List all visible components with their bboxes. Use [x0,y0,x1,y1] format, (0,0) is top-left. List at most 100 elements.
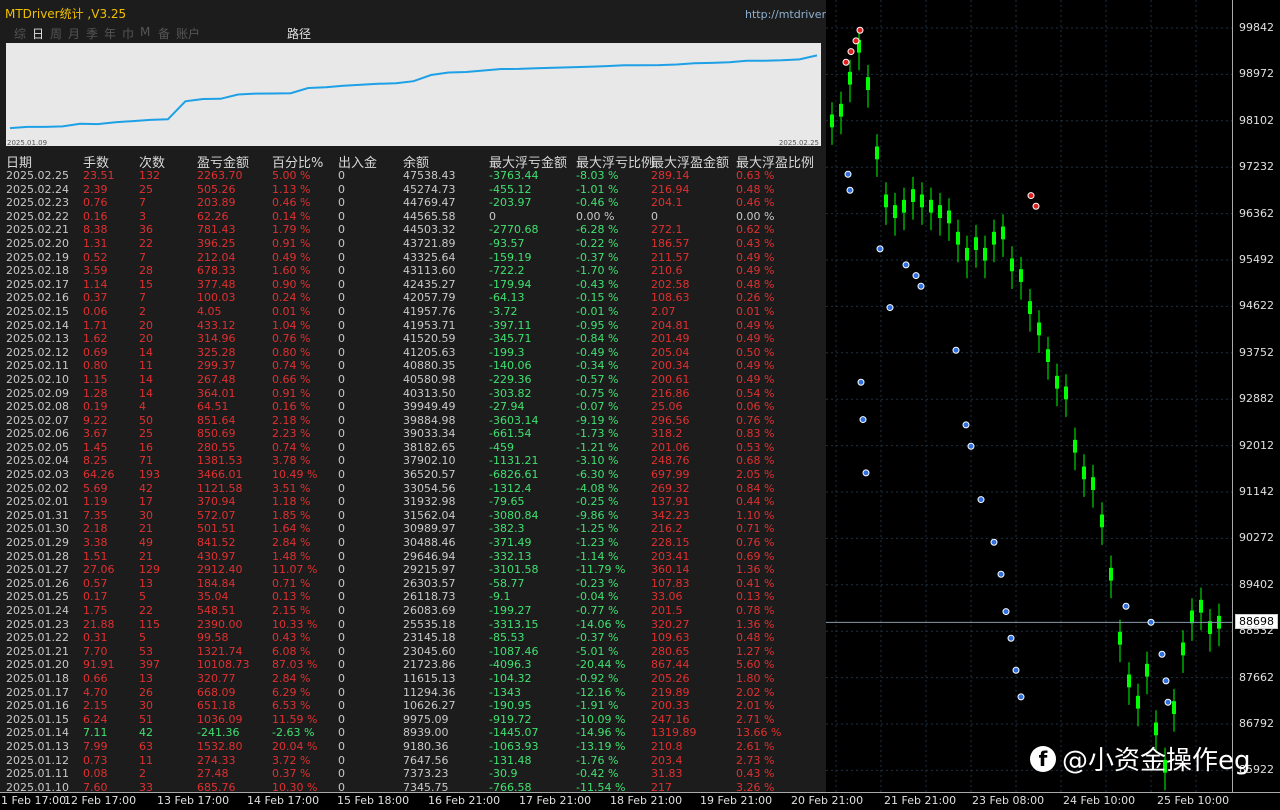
table-row[interactable]: 2025.02.01 1.19 17 370.94 1.18 % 0 31932.98 -79… [0,495,826,509]
table-row[interactable]: 2025.01.17 4.70 26 668.09 6.29 % 0 11294.36 -13… [0,686,826,700]
table-row[interactable]: 2025.02.15 0.06 2 4.05 0.01 % 0 41957.76 -3.72 -… [0,305,826,319]
table-cell: 11294.36 [403,685,456,699]
website-link[interactable]: http://mtdriver.cn [745,8,826,21]
tab-1[interactable]: 日 [32,25,50,42]
table-cell: 0 [338,427,345,441]
table-row[interactable]: 2025.02.09 1.28 14 364.01 0.91 % 0 40313.50 -30… [0,387,826,401]
table-row[interactable]: 2025.01.28 1.51 21 430.97 1.48 % 0 29646.94 -33… [0,550,826,564]
table-row[interactable]: 2025.01.15 6.24 51 1036.09 11.59 % 0 9975.09 -9… [0,713,826,727]
table-cell: 210.8 [651,739,683,753]
table-cell: 9.22 [83,413,108,427]
table-cell: 7 [139,291,146,305]
table-cell: 0 [338,454,345,468]
price-tick-label: 88532 [1239,624,1274,638]
table-cell: 685.76 [197,780,236,792]
trade-marker [962,421,970,429]
table-row[interactable]: 2025.02.11 0.80 11 299.37 0.74 % 0 40880.35 -14… [0,359,826,373]
table-row[interactable]: 2025.02.19 0.52 7 212.04 0.49 % 0 43325.64 -159… [0,251,826,265]
price-tick-label: 96362 [1239,206,1274,220]
table-cell: 11.59 % [272,712,318,726]
table-cell: 0 [338,590,345,604]
table-cell: 0 [338,671,345,685]
price-chart-svg[interactable] [826,0,1232,792]
candle-body [1208,621,1212,634]
table-cell: -6.28 % [576,223,619,237]
candle-body [902,199,906,213]
tab-8[interactable]: 备 [158,25,176,42]
table-cell: 0.74 % [272,440,311,454]
table-cell: 217 [651,780,672,792]
table-row[interactable]: 2025.01.13 7.99 63 1532.80 20.04 % 0 9180.36 -1… [0,740,826,754]
table-row[interactable]: 2025.02.25 23.51 132 2263.70 5.00 % 0 47538.43… [0,169,826,183]
table-row[interactable]: 2025.02.21 8.38 36 781.43 1.79 % 0 44503.32 -27… [0,223,826,237]
table-row[interactable]: 2025.02.16 0.37 7 100.03 0.24 % 0 42057.79 -64.… [0,291,826,305]
table-cell: 0.52 [83,250,108,264]
table-row[interactable]: 2025.02.20 1.31 22 396.25 0.91 % 0 43721.89 -93… [0,237,826,251]
table-row[interactable]: 2025.01.10 7.60 33 685.76 10.30 % 0 7345.75 -76… [0,781,826,792]
table-cell: 36 [139,223,153,237]
table-row[interactable]: 2025.02.13 1.62 20 314.96 0.76 % 0 41520.59 -34… [0,332,826,346]
table-cell: -2770.68 [489,223,539,237]
table-row[interactable]: 2025.02.03 64.26 193 3466.01 10.49 % 0 36520.5… [0,468,826,482]
price-chart[interactable] [826,0,1232,792]
tab-4[interactable]: 季 [86,25,104,42]
table-cell: 25 [139,182,153,196]
table-cell: 2025.02.03 [6,468,69,482]
table-row[interactable]: 2025.02.08 0.19 4 64.51 0.16 % 0 39949.49 -27.9… [0,400,826,414]
table-cell: -0.07 % [576,400,619,414]
table-cell: -455.12 [489,182,532,196]
tab-3[interactable]: 月 [68,25,86,42]
table-row[interactable]: 2025.01.14 7.11 42 -241.36 -2.63 % 0 8939.00 -1… [0,726,826,740]
table-row[interactable]: 2025.02.22 0.16 3 62.26 0.14 % 0 44565.58 0 0.00… [0,210,826,224]
table-row[interactable]: 2025.01.12 0.73 11 274.33 3.72 % 0 7647.56 -131… [0,754,826,768]
table-row[interactable]: 2025.01.20 91.91 397 10108.73 87.03 % 0 21723.… [0,658,826,672]
tab-7[interactable]: M [140,25,158,42]
tab-5[interactable]: 年 [104,25,122,42]
table-row[interactable]: 2025.01.21 7.70 53 1321.74 6.08 % 0 23045.60 -1… [0,645,826,659]
candle-body [830,114,834,128]
table-row[interactable]: 2025.01.27 27.06 129 2912.40 11.07 % 0 29215.9… [0,563,826,577]
tab-9[interactable]: 账户 [176,25,210,42]
table-row[interactable]: 2025.01.18 0.66 13 320.77 2.84 % 0 11615.13 -10… [0,672,826,686]
table-cell: 132 [139,169,160,182]
table-row[interactable]: 2025.01.25 0.17 5 35.04 0.13 % 0 26118.73 -9.1 -… [0,590,826,604]
table-row[interactable]: 2025.01.16 2.15 30 651.18 6.53 % 0 10626.27 -19… [0,699,826,713]
table-cell: 2.05 % [736,468,775,482]
table-row[interactable]: 2025.02.06 3.67 25 850.69 2.23 % 0 39033.34 -66… [0,427,826,441]
table-row[interactable]: 2025.01.31 7.35 30 572.07 1.85 % 0 31562.04 -30… [0,509,826,523]
table-row[interactable]: 2025.01.23 21.88 115 2390.00 10.33 % 0 25535.1… [0,618,826,632]
table-cell: 39884.98 [403,413,456,427]
table-cell: -0.34 % [576,359,619,373]
path-button[interactable]: 路径 [287,25,311,42]
table-row[interactable]: 2025.02.24 2.39 25 505.26 1.13 % 0 45274.73 -45… [0,183,826,197]
table-row[interactable]: 2025.02.10 1.15 14 267.48 0.66 % 0 40580.98 -22… [0,373,826,387]
table-cell: -3763.44 [489,169,539,182]
table-row[interactable]: 2025.01.11 0.08 2 27.48 0.37 % 0 7373.23 -30.9 -… [0,767,826,781]
table-row[interactable]: 2025.02.23 0.76 7 203.89 0.46 % 0 44769.47 -203… [0,196,826,210]
table-row[interactable]: 2025.02.07 9.22 50 851.64 2.18 % 0 39884.98 -36… [0,414,826,428]
tab-2[interactable]: 周 [50,25,68,42]
table-row[interactable]: 2025.01.29 3.38 49 841.52 2.84 % 0 30488.46 -37… [0,536,826,550]
table-cell: 33.06 [651,590,683,604]
table-cell: 28 [139,264,153,278]
table-row[interactable]: 2025.01.22 0.31 5 99.58 0.43 % 0 23145.18 -85.5… [0,631,826,645]
candle-body [974,237,978,250]
table-cell: 1.71 [83,318,108,332]
table-row[interactable]: 2025.02.05 1.45 16 280.55 0.74 % 0 38182.65 -45… [0,441,826,455]
table-cell: 7647.56 [403,753,449,767]
trade-marker [844,170,852,178]
table-row[interactable]: 2025.01.26 0.57 13 184.84 0.71 % 0 26303.57 -58… [0,577,826,591]
tab-6[interactable]: 巾 [122,25,140,42]
table-row[interactable]: 2025.02.04 8.25 71 1381.53 3.78 % 0 37902.10 -1… [0,454,826,468]
table-cell: 2912.40 [197,563,243,577]
table-cell: 0 [651,209,658,223]
table-row[interactable]: 2025.01.24 1.75 22 548.51 2.15 % 0 26083.69 -19… [0,604,826,618]
table-row[interactable]: 2025.01.30 2.18 21 501.51 1.64 % 0 30989.97 -38… [0,522,826,536]
table-row[interactable]: 2025.02.02 5.69 42 1121.58 3.51 % 0 33054.56 -1… [0,482,826,496]
table-row[interactable]: 2025.02.17 1.14 15 377.48 0.90 % 0 42435.27 -17… [0,278,826,292]
trade-marker [876,245,884,253]
table-row[interactable]: 2025.02.14 1.71 20 433.12 1.04 % 0 41953.71 -39… [0,319,826,333]
table-row[interactable]: 2025.02.18 3.59 28 678.33 1.60 % 0 43113.60 -72… [0,264,826,278]
tab-0[interactable]: 综 [14,25,32,42]
table-row[interactable]: 2025.02.12 0.69 14 325.28 0.80 % 0 41205.63 -19… [0,346,826,360]
